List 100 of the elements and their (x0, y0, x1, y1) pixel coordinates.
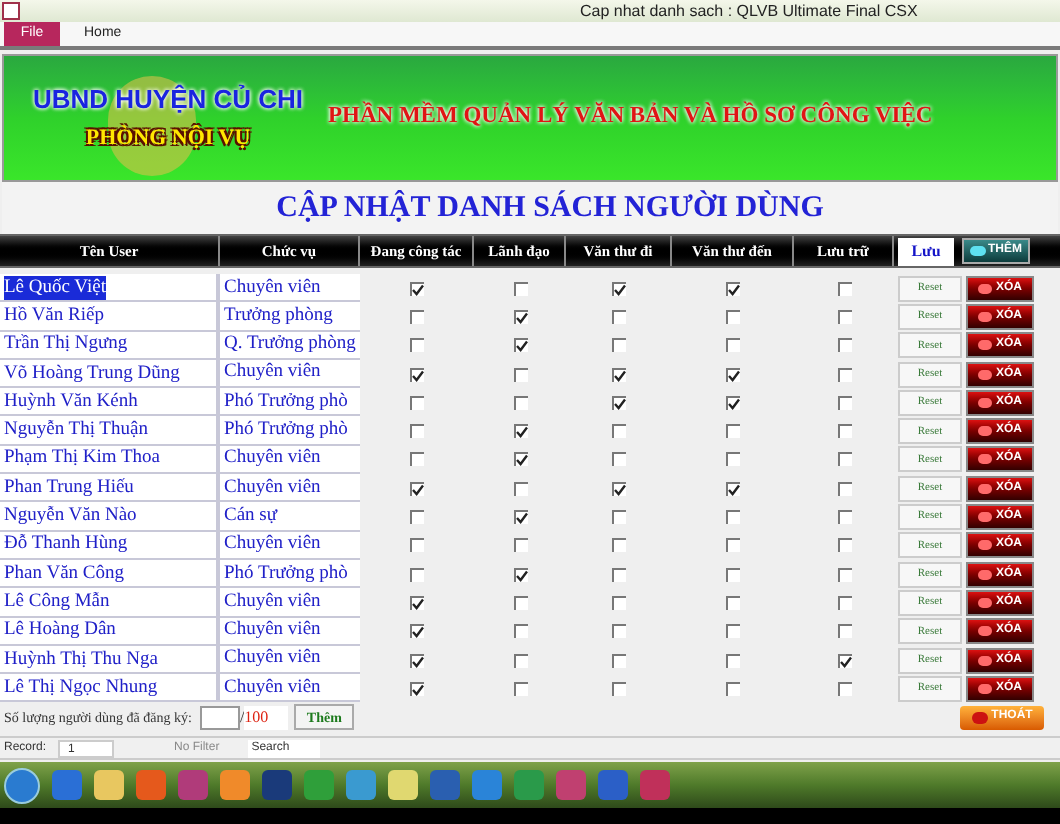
checkbox[interactable] (612, 538, 626, 553)
checkbox[interactable] (410, 653, 424, 667)
name-cell[interactable]: Lê Thị Ngọc Nhung (0, 674, 220, 703)
taskbar-app-icon[interactable] (304, 770, 334, 801)
checkbox[interactable] (612, 309, 626, 324)
checkbox[interactable] (612, 424, 626, 439)
taskbar-app-icon[interactable] (220, 770, 250, 801)
checkbox[interactable] (612, 653, 626, 667)
checkbox[interactable] (513, 595, 527, 610)
checkbox[interactable] (513, 281, 527, 296)
name-cell[interactable]: Lê Hoàng Dân (0, 617, 220, 646)
checkbox[interactable] (513, 309, 527, 324)
checkbox[interactable] (612, 567, 626, 582)
checkbox[interactable] (837, 595, 851, 610)
checkbox[interactable] (837, 653, 851, 667)
position-cell[interactable]: Chuyên viên (220, 588, 360, 618)
checkbox[interactable] (410, 338, 424, 353)
checkbox[interactable] (612, 681, 626, 696)
name-cell[interactable]: Trần Thị Ngưng (0, 331, 220, 360)
checkbox[interactable] (726, 452, 740, 467)
checkbox[interactable] (513, 510, 527, 525)
checkbox[interactable] (726, 395, 740, 410)
position-cell[interactable]: Chuyên viên (220, 531, 360, 560)
checkbox[interactable] (513, 624, 527, 639)
checkbox[interactable] (726, 309, 740, 324)
checkbox[interactable] (513, 481, 527, 496)
save-button[interactable]: Lưu (898, 237, 954, 265)
checkbox[interactable] (513, 424, 527, 439)
checkbox[interactable] (726, 567, 740, 582)
taskbar-app-icon[interactable] (94, 770, 124, 801)
checkbox[interactable] (726, 681, 740, 696)
count-field[interactable] (199, 705, 240, 730)
position-cell[interactable]: Chuyên viên (220, 274, 360, 303)
checkbox[interactable] (612, 395, 626, 410)
name-cell[interactable]: Phan Trung Hiếu (0, 474, 220, 503)
checkbox[interactable] (726, 510, 740, 525)
checkbox[interactable] (837, 367, 851, 382)
checkbox[interactable] (513, 653, 527, 667)
position-cell[interactable]: Chuyên viên (220, 674, 360, 703)
checkbox[interactable] (837, 481, 851, 496)
taskbar-app-icon[interactable] (346, 770, 376, 801)
name-cell[interactable]: Lê Quốc Việt (0, 274, 220, 303)
checkbox[interactable] (410, 424, 424, 439)
name-cell[interactable]: Huỳnh Thị Thu Nga (0, 645, 220, 675)
name-cell[interactable]: Lê Công Mẫn (0, 588, 220, 618)
checkbox[interactable] (410, 538, 424, 553)
checkbox[interactable] (837, 424, 851, 439)
position-cell[interactable]: Phó Trưởng phò (220, 416, 360, 446)
checkbox[interactable] (410, 309, 424, 324)
checkbox[interactable] (726, 367, 740, 382)
position-cell[interactable]: Cán sự (220, 502, 360, 532)
name-cell[interactable]: Võ Hoàng Trung Dũng (0, 359, 220, 389)
position-cell[interactable]: Phó Trưởng phò (220, 388, 360, 417)
checkbox[interactable] (726, 595, 740, 610)
name-cell[interactable]: Phan Văn Công (0, 559, 220, 589)
checkbox[interactable] (612, 452, 626, 467)
checkbox[interactable] (837, 681, 851, 696)
checkbox[interactable] (837, 281, 851, 296)
checkbox[interactable] (410, 395, 424, 410)
position-cell[interactable]: Chuyên viên (220, 474, 360, 503)
checkbox[interactable] (837, 395, 851, 410)
checkbox[interactable] (612, 281, 626, 296)
checkbox[interactable] (612, 367, 626, 382)
checkbox[interactable] (410, 367, 424, 382)
checkbox[interactable] (837, 338, 851, 353)
checkbox[interactable] (410, 281, 424, 296)
checkbox[interactable] (513, 395, 527, 410)
checkbox[interactable] (513, 338, 527, 353)
checkbox[interactable] (837, 567, 851, 582)
checkbox[interactable] (513, 567, 527, 582)
name-cell[interactable]: Huỳnh Văn Kénh (0, 388, 220, 417)
taskbar-app-icon[interactable] (514, 770, 544, 801)
position-cell[interactable]: Chuyên viên (220, 445, 360, 475)
checkbox[interactable] (837, 510, 851, 525)
position-cell[interactable]: Chuyên viên (220, 645, 360, 675)
position-cell[interactable]: Chuyên viên (220, 617, 360, 646)
checkbox[interactable] (410, 624, 424, 639)
checkbox[interactable] (837, 452, 851, 467)
checkbox[interactable] (410, 452, 424, 467)
position-cell[interactable]: Trưởng phòng (220, 302, 360, 332)
checkbox[interactable] (726, 653, 740, 667)
checkbox[interactable] (612, 624, 626, 639)
name-cell[interactable]: Nguyễn Thị Thuận (0, 416, 220, 446)
name-cell[interactable]: Nguyễn Văn Nào (0, 502, 220, 532)
checkbox[interactable] (513, 538, 527, 553)
position-cell[interactable]: Chuyên viên (220, 359, 360, 389)
checkbox[interactable] (513, 452, 527, 467)
checkbox[interactable] (410, 567, 424, 582)
checkbox[interactable] (612, 510, 626, 525)
checkbox[interactable] (612, 595, 626, 610)
checkbox[interactable] (837, 538, 851, 553)
position-cell[interactable]: Q. Trưởng phòng (220, 331, 360, 360)
checkbox[interactable] (513, 367, 527, 382)
checkbox[interactable] (513, 681, 527, 696)
checkbox[interactable] (410, 681, 424, 696)
checkbox[interactable] (726, 538, 740, 553)
name-cell[interactable]: Hồ Văn Riếp (0, 302, 220, 332)
position-cell[interactable]: Phó Trưởng phò (220, 559, 360, 589)
checkbox[interactable] (612, 338, 626, 353)
taskbar-app-icon[interactable] (388, 770, 418, 801)
